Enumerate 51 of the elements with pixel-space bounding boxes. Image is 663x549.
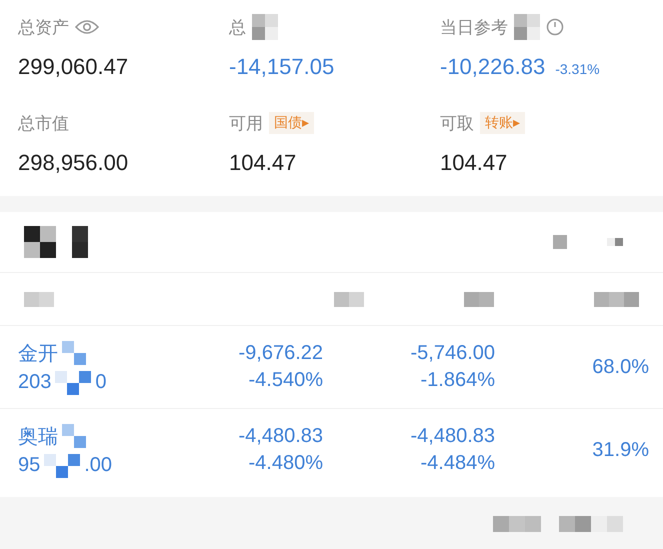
change-percent: -3.31% — [555, 61, 600, 77]
eye-icon[interactable] — [75, 19, 99, 35]
summary-label: 总资产 — [18, 16, 69, 38]
tag-link[interactable]: 转账▸ — [480, 112, 526, 134]
stock-code: .00 — [84, 454, 112, 477]
stock-code: 203 — [18, 371, 52, 394]
stock-name: 金开 — [18, 340, 58, 366]
redacted-mosaic — [24, 292, 54, 306]
summary-value: 298,956.00 — [18, 150, 128, 176]
stock-name: 奥瑞 — [18, 422, 58, 450]
redacted-mosaic — [493, 516, 541, 532]
tag-link[interactable]: 国债▸ — [269, 112, 314, 134]
summary-label: 当日参考 — [440, 16, 508, 38]
profit-loss-percent: -4.540% — [248, 369, 323, 392]
redacted-mosaic — [607, 238, 623, 246]
summary-label: 可取 — [440, 112, 474, 134]
summary-value: -10,226.83 — [440, 54, 546, 80]
redacted-mosaic — [553, 235, 567, 249]
daily-profit-loss: -4,480.83 — [410, 425, 495, 448]
redacted-mosaic — [44, 454, 80, 478]
summary-value: 104.47 — [229, 150, 296, 176]
profit-loss-percent: -4.480% — [248, 452, 323, 475]
holding-row[interactable]: 奥瑞 95 .00 -4,480.83 -4.480% -4,480.83 -4.484% 31.9% — [0, 408, 663, 491]
redacted-mosaic — [55, 370, 92, 394]
redacted-mosaic — [72, 226, 88, 258]
stock-code: 0 — [95, 371, 106, 394]
position-weight: 31.9% — [592, 438, 649, 462]
redacted-mosaic — [594, 292, 639, 306]
profit-loss: -9,676.22 — [238, 342, 323, 365]
summary-label: 总市值 — [18, 112, 69, 134]
redacted-mosaic — [62, 341, 86, 365]
summary-value: -14,157.05 — [229, 54, 334, 80]
summary-value: 299,060.47 — [18, 54, 128, 80]
redacted-mosaic — [24, 226, 56, 258]
redacted-mosaic — [252, 14, 278, 40]
position-weight: 68.0% — [592, 356, 649, 378]
redacted-mosaic — [559, 516, 623, 532]
redacted-mosaic — [464, 292, 494, 306]
redacted-mosaic — [334, 292, 364, 306]
daily-percent: -1.864% — [420, 369, 495, 392]
clock-icon[interactable] — [546, 18, 564, 36]
summary-label: 可用 — [229, 112, 263, 134]
redacted-mosaic — [62, 424, 86, 448]
daily-profit-loss: -5,746.00 — [410, 342, 495, 365]
profit-loss: -4,480.83 — [238, 425, 323, 448]
holding-row[interactable]: 金开 203 0 -9,676.22 -4.540% -5,746.00 -1.864% 68.0% — [0, 325, 663, 408]
daily-percent: -4.484% — [420, 452, 495, 475]
stock-code: 95 — [18, 454, 40, 477]
summary-label: 总 — [229, 16, 246, 38]
summary-value: 104.47 — [440, 150, 508, 176]
redacted-mosaic — [514, 14, 540, 40]
